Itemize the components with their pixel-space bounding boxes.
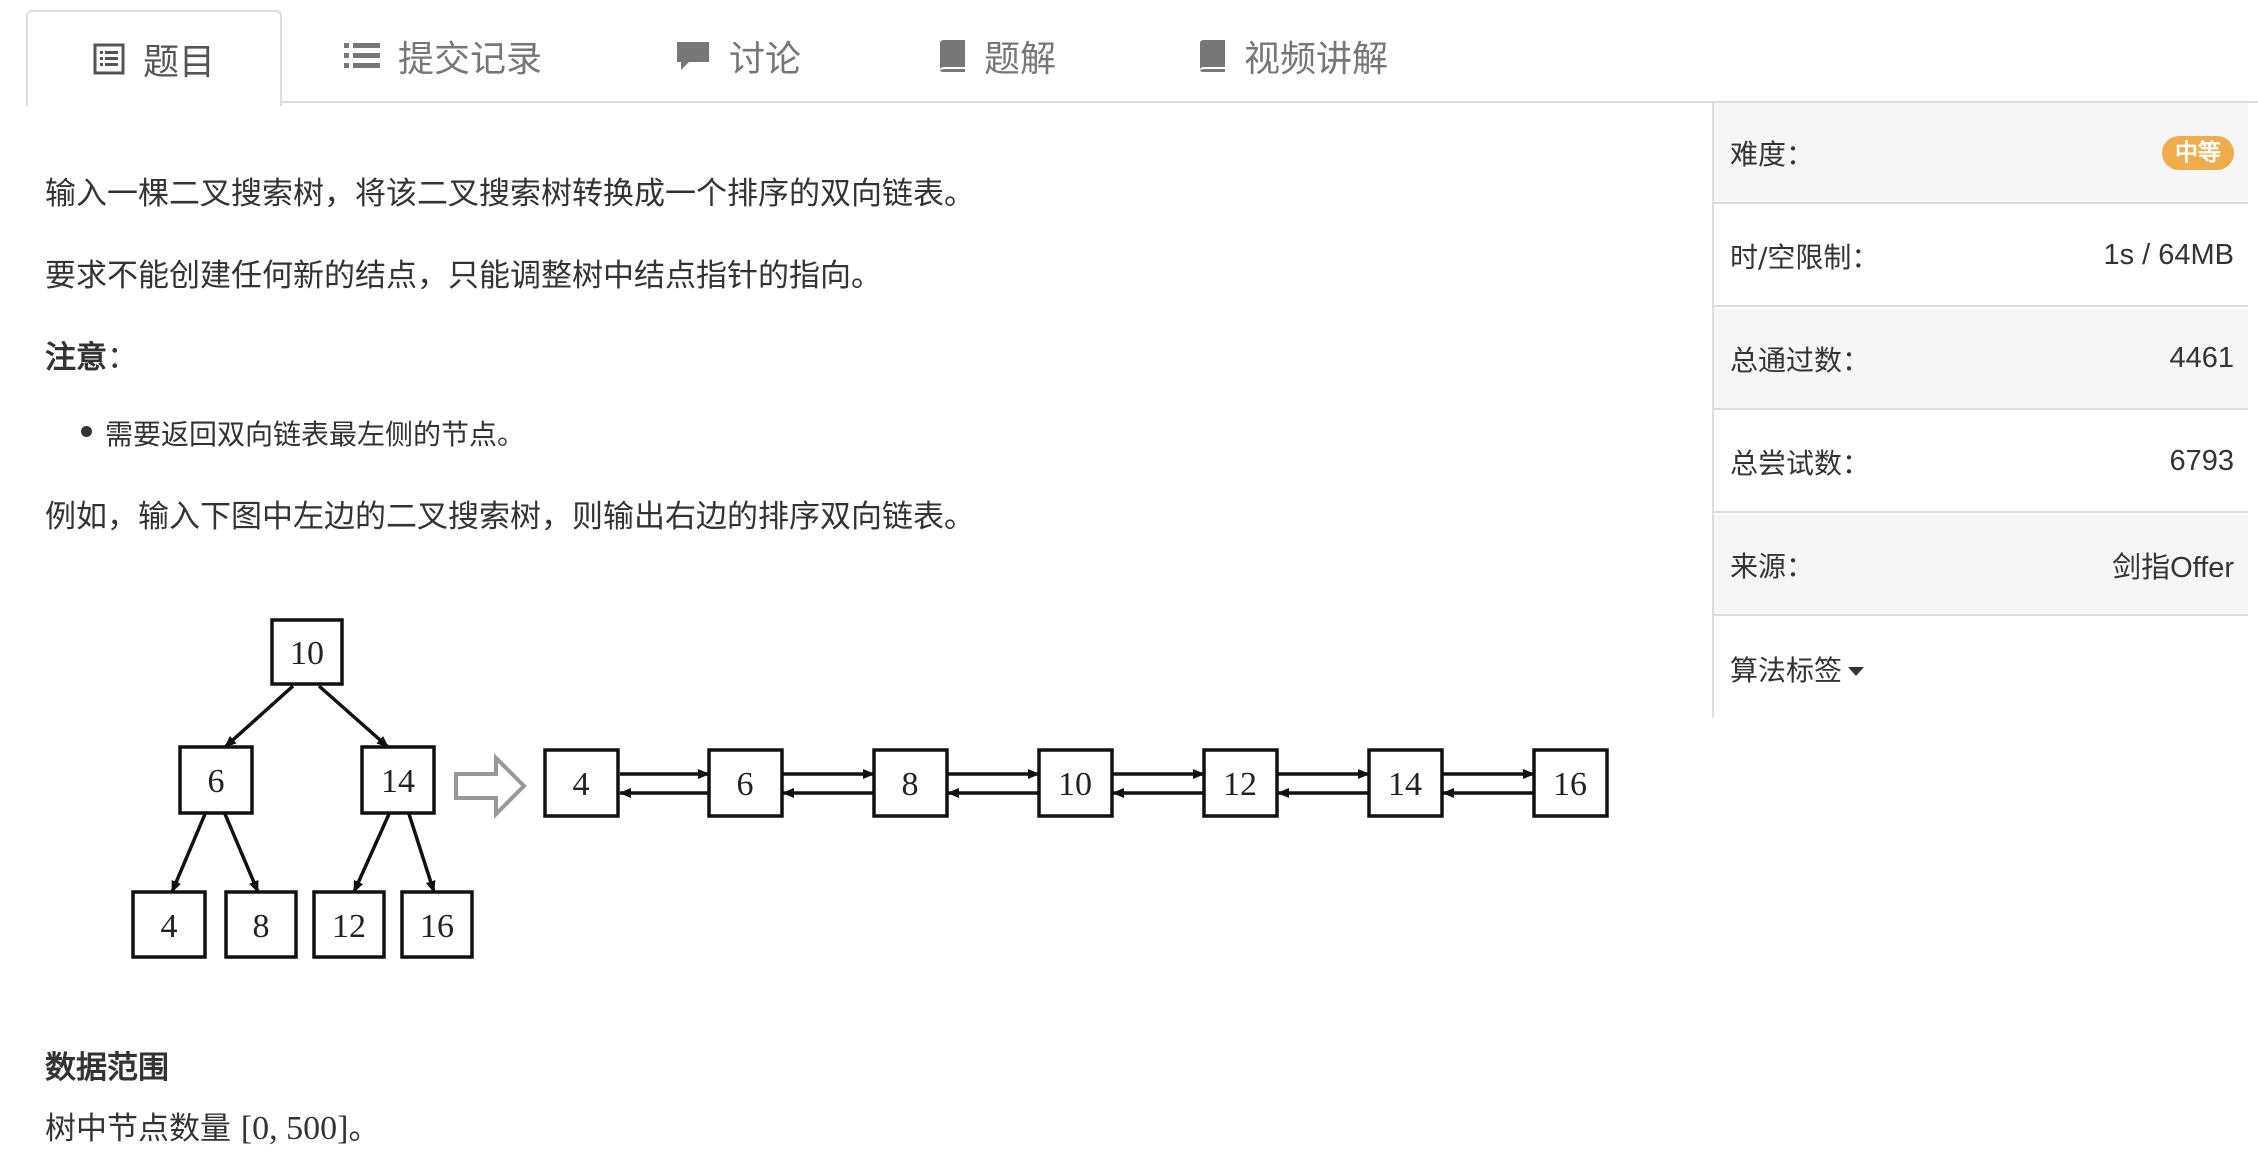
list-node: 16 xyxy=(1532,748,1609,818)
list-node: 8 xyxy=(872,748,949,818)
caret-down-icon xyxy=(1848,667,1865,676)
try-count-label: 总尝试数： xyxy=(1730,446,1871,480)
tags-row: 算法标签 xyxy=(1714,618,2248,719)
list-node-label: 4 xyxy=(573,766,590,803)
difficulty-label: 难度： xyxy=(1730,137,1815,171)
tree-node-rr: 16 xyxy=(400,890,474,959)
difficulty-row: 难度： 中等 xyxy=(1714,103,2248,204)
pass-count-row: 总通过数： 4461 xyxy=(1714,309,2248,410)
list-node: 12 xyxy=(1202,748,1279,818)
tree-node-ll-label: 4 xyxy=(161,908,178,945)
tree-node-rr-label: 16 xyxy=(420,908,454,945)
list-node-label: 12 xyxy=(1223,766,1257,803)
algorithm-tags-label: 算法标签 xyxy=(1730,653,1843,687)
tree-node-lr-label: 8 xyxy=(253,908,270,945)
list-node-label: 14 xyxy=(1388,766,1422,803)
pass-count-value: 4461 xyxy=(2169,342,2234,374)
list-node-label: 10 xyxy=(1058,766,1092,803)
tree-node-rl-label: 12 xyxy=(332,908,366,945)
list-doc-icon xyxy=(93,43,125,75)
source-value[interactable]: 剑指Offer xyxy=(2112,544,2234,586)
limit-row: 时/空限制： 1s / 64MB xyxy=(1714,206,2248,307)
limit-value: 1s / 64MB xyxy=(2103,239,2234,271)
tree-nodes: 10 6 14 4 8 12 16 xyxy=(131,618,474,959)
range-heading: 数据范围 xyxy=(45,1050,169,1086)
algorithm-tags-toggle[interactable]: 算法标签 xyxy=(1730,649,1865,689)
tree-node-lr: 8 xyxy=(224,890,298,959)
tree-node-left-label: 6 xyxy=(208,763,225,800)
limit-label: 时/空限制： xyxy=(1730,240,1880,274)
tab-problem-label: 题目 xyxy=(142,42,215,83)
pass-count-label: 总通过数： xyxy=(1730,343,1871,377)
range-text-num: [0, 500] xyxy=(240,1110,349,1147)
difficulty-badge: 中等 xyxy=(2162,135,2234,170)
bst-to-list-figure: 10 6 14 4 8 12 16 4 6 8 10 12 14 16 xyxy=(131,618,1609,959)
list-node: 6 xyxy=(707,748,784,818)
source-row: 来源： 剑指Offer xyxy=(1714,515,2248,616)
tree-node-right: 14 xyxy=(360,745,436,815)
try-count-row: 总尝试数： 6793 xyxy=(1714,412,2248,513)
list-node-label: 6 xyxy=(737,766,754,803)
try-count-value: 6793 xyxy=(2169,445,2234,477)
list-node: 4 xyxy=(543,748,620,818)
tree-node-root: 10 xyxy=(270,618,344,686)
tab-problem[interactable]: 题目 xyxy=(26,10,282,106)
tree-node-left: 6 xyxy=(178,745,254,815)
source-label: 来源： xyxy=(1730,549,1815,583)
tree-node-right-label: 14 xyxy=(381,763,415,800)
tree-node-root-label: 10 xyxy=(290,635,324,672)
list-nodes: 4 6 8 10 12 14 16 xyxy=(543,748,1609,818)
list-node: 14 xyxy=(1367,748,1444,818)
range-text-end: 。 xyxy=(348,1111,380,1147)
list-node-label: 8 xyxy=(902,766,919,803)
hollow-arrow xyxy=(454,753,527,819)
problem-info-panel: 难度： 中等 时/空限制： 1s / 64MB 总通过数： 4461 总尝试数：… xyxy=(1712,103,2258,718)
range-text-cn: 树中节点数量 xyxy=(45,1111,241,1147)
range-text: 树中节点数量 [0, 500]。 xyxy=(45,1103,380,1148)
tree-node-ll: 4 xyxy=(131,890,207,959)
list-node-label: 16 xyxy=(1553,766,1587,803)
tree-node-rl: 12 xyxy=(312,890,386,959)
list-node: 10 xyxy=(1037,748,1114,818)
